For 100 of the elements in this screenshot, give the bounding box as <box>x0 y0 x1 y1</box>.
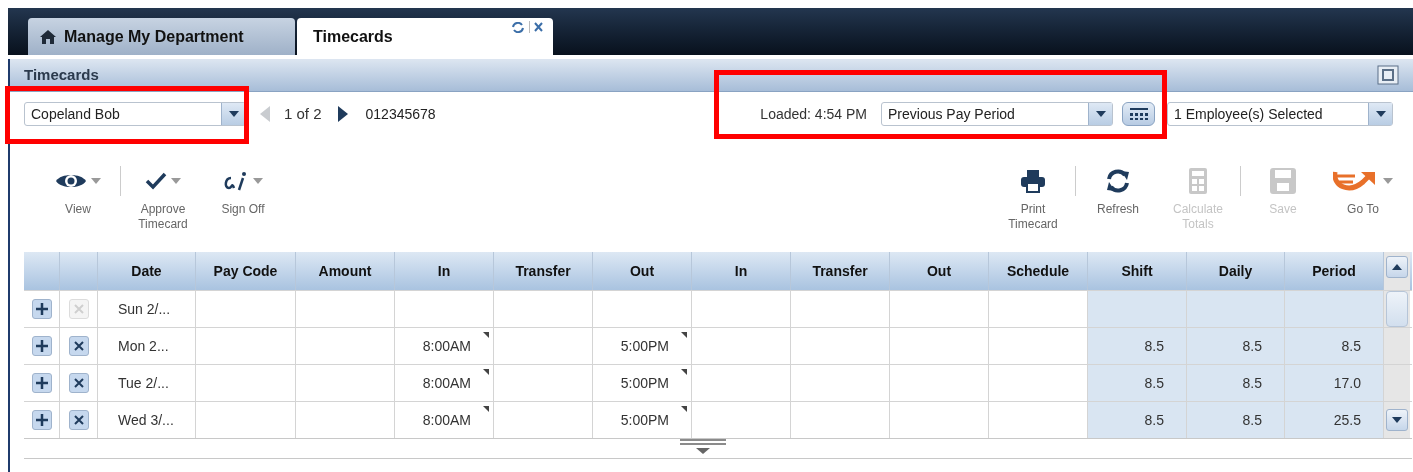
toolbar-label: Save <box>1269 202 1297 217</box>
toolbar-label: Calculate Totals <box>1173 202 1223 232</box>
toolbar-label: Approve Timecard <box>138 202 188 232</box>
caret-icon <box>228 111 239 117</box>
dropdown-field[interactable]: 1 Employee(s) Selected <box>1167 102 1393 126</box>
tab[interactable]: Manage My Department <box>28 18 295 55</box>
plus-icon <box>35 414 48 426</box>
close-icon <box>73 415 84 425</box>
page-indicator: 1 of 2 <box>284 103 322 124</box>
toolbar-button[interactable]: Sign Off <box>203 166 283 217</box>
dropdown-value: 1 Employee(s) Selected <box>1173 104 1324 124</box>
toolbar-button[interactable]: Approve Timecard <box>123 166 203 232</box>
toolbar-button[interactable]: View <box>38 166 118 217</box>
toolbar-button[interactable]: Go To <box>1323 166 1403 217</box>
caret-icon <box>1383 178 1393 184</box>
refresh-icon <box>1104 168 1132 194</box>
column-header[interactable]: Out <box>890 252 989 290</box>
printer-icon <box>1020 169 1046 193</box>
cell-value: 8.5 <box>1144 373 1164 393</box>
corner-marker-icon <box>483 406 489 412</box>
refresh-tab-icon[interactable] <box>511 21 525 33</box>
toolbar-label: Print Timecard <box>1008 202 1058 232</box>
scroll-down-button[interactable] <box>1386 409 1408 431</box>
column-header[interactable]: Out <box>593 252 692 290</box>
corner-marker-icon <box>681 332 687 338</box>
dropdown-field[interactable]: Copeland Bob <box>24 102 246 126</box>
cell-value: 8:00AM <box>422 336 471 356</box>
delete-button[interactable] <box>68 336 89 356</box>
column-header[interactable]: Pay Code <box>196 252 296 290</box>
toolbar-button[interactable]: Print Timecard <box>993 166 1073 232</box>
cell-value: 25.5 <box>1333 410 1361 430</box>
close-icon <box>73 378 84 388</box>
maximize-icon[interactable] <box>1377 65 1399 85</box>
cell-value: 5:00PM <box>620 336 669 356</box>
caret-icon <box>171 178 181 184</box>
toolbar-label: View <box>65 202 91 217</box>
cell-value: 8.5 <box>1144 336 1164 356</box>
caret-icon <box>91 178 101 184</box>
column-header[interactable]: Transfer <box>494 252 593 290</box>
column-header[interactable]: Schedule <box>989 252 1088 290</box>
home-icon <box>40 29 56 44</box>
next-arrow-icon[interactable] <box>337 106 348 122</box>
caret-icon <box>1392 417 1402 423</box>
cell-value: 17.0 <box>1333 373 1361 393</box>
tab-label: Timecards <box>313 26 393 47</box>
cell-value: 8:00AM <box>422 410 471 430</box>
toolbar-label: Go To <box>1347 202 1379 217</box>
column-header[interactable]: Daily <box>1187 252 1285 290</box>
cell-value: 5:00PM <box>620 410 669 430</box>
resize-handle-icon[interactable] <box>680 439 726 455</box>
cell-value: Tue 2/... <box>118 373 169 393</box>
cell-value: Mon 2... <box>118 336 169 356</box>
caret-icon <box>1095 111 1106 117</box>
column-header[interactable]: Shift <box>1088 252 1187 290</box>
cell-value: 8.5 <box>1242 410 1262 430</box>
plus-icon <box>35 377 48 389</box>
cell-value: Wed 3/... <box>118 410 174 430</box>
column-header[interactable]: In <box>692 252 791 290</box>
calendar-grid-icon <box>1129 108 1148 120</box>
caret-icon <box>1375 111 1386 117</box>
signature-icon <box>223 170 249 192</box>
calculator-icon <box>1189 168 1207 194</box>
corner-marker-icon <box>681 369 687 375</box>
cell-value: 8.5 <box>1144 410 1164 430</box>
close-icon[interactable] <box>534 22 543 32</box>
loaded-time: Loaded: 4:54 PM <box>760 104 867 124</box>
column-header[interactable]: Transfer <box>791 252 890 290</box>
dropdown-value: Copeland Bob <box>30 104 121 124</box>
scroll-up-button[interactable] <box>1386 256 1408 278</box>
add-button[interactable] <box>31 410 52 430</box>
column-header[interactable]: In <box>395 252 494 290</box>
employee-id: 012345678 <box>365 104 436 124</box>
corner-marker-icon <box>483 332 489 338</box>
tab[interactable]: Timecards <box>297 18 553 55</box>
plus-icon <box>35 340 48 352</box>
add-button[interactable] <box>31 299 52 319</box>
cell-value: 8.5 <box>1242 373 1262 393</box>
cell-value: 8:00AM <box>422 373 471 393</box>
plus-icon <box>35 303 48 315</box>
delete-button[interactable] <box>68 373 89 393</box>
dropdown-value: Previous Pay Period <box>887 104 1016 124</box>
column-header[interactable]: Amount <box>296 252 395 290</box>
close-icon <box>73 341 84 351</box>
caret-icon <box>253 178 263 184</box>
add-button[interactable] <box>31 373 52 393</box>
toolbar-button[interactable]: Refresh <box>1078 166 1158 217</box>
cell-value: Sun 2/... <box>118 299 171 319</box>
tab-label: Manage My Department <box>64 26 244 47</box>
corner-marker-icon <box>681 406 687 412</box>
close-icon <box>73 304 84 314</box>
column-header[interactable]: Date <box>98 252 196 290</box>
corner-marker-icon <box>483 369 489 375</box>
toolbar-label: Refresh <box>1097 202 1139 217</box>
panel-title: Timecards <box>24 64 99 85</box>
toolbar-label: Sign Off <box>221 202 265 217</box>
cell-value: 8.5 <box>1341 336 1361 356</box>
add-button[interactable] <box>31 336 52 356</box>
calendar-button[interactable] <box>1122 102 1155 126</box>
dropdown-field[interactable]: Previous Pay Period <box>881 102 1113 126</box>
delete-button[interactable] <box>68 410 89 430</box>
